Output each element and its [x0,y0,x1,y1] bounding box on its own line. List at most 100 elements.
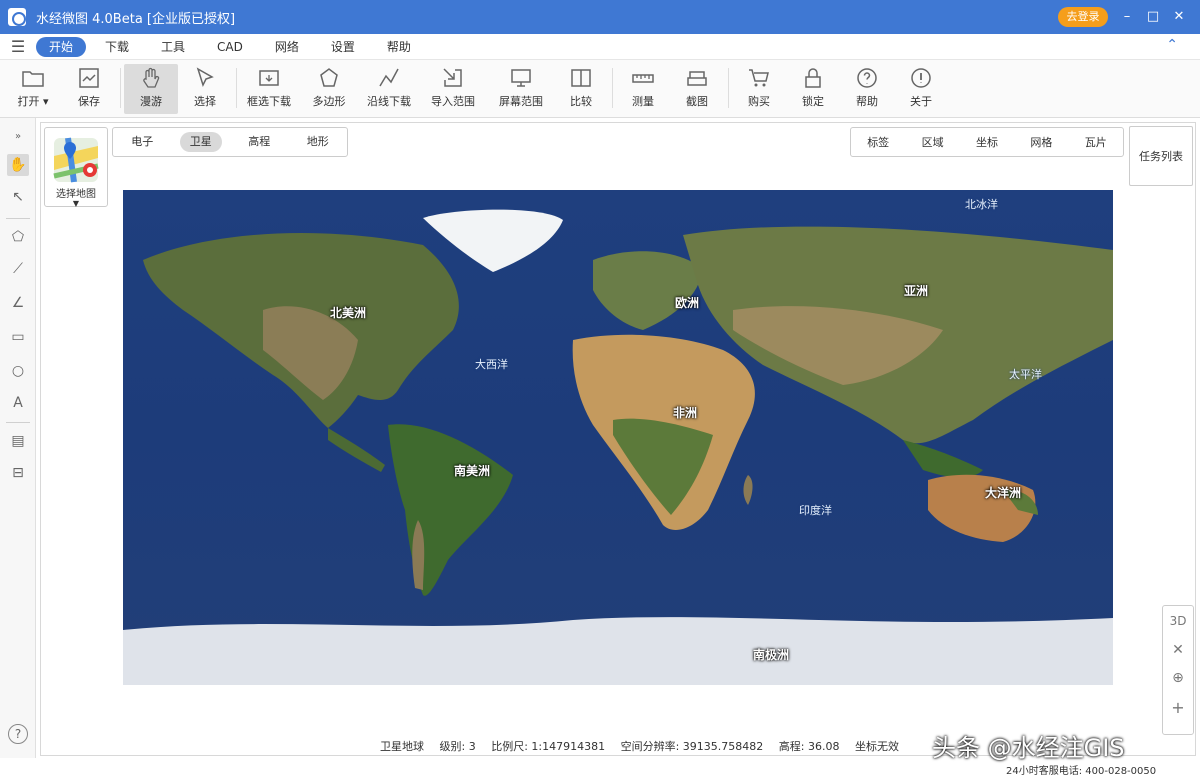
polyline-tool-icon[interactable]: ⟋ [7,258,29,280]
status-level: 级别: 3 [439,740,476,753]
menu-item-start[interactable]: 开始 [36,36,87,57]
menu-item-download[interactable]: 下载 [92,37,142,57]
folder-icon [22,71,44,87]
angle-tool-icon[interactable]: ∠ [7,292,29,314]
option-grid[interactable]: 网格 [1030,134,1052,150]
line-download-button[interactable]: 沿线下载 [362,64,416,114]
lock-button[interactable]: 锁定 [786,64,840,114]
lock-icon [805,68,821,88]
polygon-button[interactable]: 多边形 [302,64,356,114]
map-label-asia: 亚洲 [904,284,929,298]
left-toolbar: » ✋ ↖ ⬠ ⟋ ∠ ▭ ○ A ▤ ⊟ [0,118,36,758]
left-toolbar-divider [6,218,30,219]
cart-icon [749,69,769,87]
open-button[interactable]: 打开 ▾ [6,64,60,114]
box-select-icon [259,70,279,86]
text-tool-icon[interactable]: A [7,392,29,414]
ruler-icon [632,74,654,83]
polygon-label: 多边形 [312,95,346,108]
about-label: 关于 [910,95,932,108]
locate-icon[interactable]: ⊕ [1163,670,1193,686]
menu-item-help[interactable]: 帮助 [374,37,424,57]
option-regions[interactable]: 区域 [922,134,944,150]
import-range-button[interactable]: 导入范围 [426,64,480,114]
select-button[interactable]: 选择 [178,64,232,114]
purchase-button[interactable]: 购买 [732,64,786,114]
map-source-icon [53,137,99,183]
screenshot-icon [687,71,707,86]
measure-button[interactable]: 测量 [616,64,670,114]
toolbar-divider [236,68,237,108]
import-range-label: 导入范围 [431,95,475,108]
info-icon [911,68,931,88]
lock-label: 锁定 [802,95,824,108]
compare-label: 比较 [570,95,592,108]
map-source-selector[interactable]: 选择地图 ▼ [44,127,108,208]
menu-item-network[interactable]: 网络 [262,37,312,57]
dropdown-arrow-icon: ▼ [72,199,80,208]
help-label: 帮助 [856,95,878,108]
pointer-icon [196,67,214,87]
map-type-tabs: 电子 卫星 高程 地形 [112,127,348,157]
tab-elevation[interactable]: 高程 [238,132,280,152]
polyline-icon [379,68,399,87]
screenshot-tool-icon[interactable]: ⊟ [7,462,29,484]
monitor-icon [511,69,531,87]
login-button[interactable]: 去登录 [1058,7,1108,27]
world-map-image [123,190,1113,685]
measure-tool-icon[interactable]: ▤ [7,430,29,452]
compare-button[interactable]: 比较 [554,64,608,114]
circle-tool-icon[interactable]: ○ [7,360,29,382]
satellite-map[interactable]: 北冰洋 北美洲 欧洲 亚洲 大西洋 太平洋 非洲 南美洲 印度洋 大洋洲 南极洲 [123,190,1113,685]
option-coordinates[interactable]: 坐标 [976,134,998,150]
select-label: 选择 [194,95,216,108]
tab-electronic[interactable]: 电子 [121,132,163,152]
screen-range-button[interactable]: 屏幕范围 [494,64,548,114]
map-label-indian-ocean: 印度洋 [799,504,832,517]
option-tiles[interactable]: 瓦片 [1085,134,1107,150]
help-button[interactable]: 帮助 [840,64,894,114]
collapse-ribbon-icon[interactable]: ⌃ [1166,37,1178,53]
status-globe: 卫星地球 [380,740,424,753]
menu-item-tools[interactable]: 工具 [148,37,198,57]
map-source-label: 选择地图 [56,189,96,200]
app-logo-icon [8,8,26,26]
menu-toggle-icon[interactable]: ☰ [0,37,36,56]
status-resolution: 空间分辨率: 39135.758482 [620,740,764,753]
polygon-tool-icon[interactable]: ⬠ [7,226,29,248]
pan-button[interactable]: 漫游 [124,64,178,114]
rectangle-tool-icon[interactable]: ▭ [7,326,29,348]
purchase-label: 购买 [748,95,770,108]
view-control-panel: 3D ✕ ⊕ + [1162,605,1194,735]
menu-item-cad[interactable]: CAD [204,37,256,57]
task-list-button[interactable]: 任务列表 [1129,126,1193,186]
minimize-button[interactable]: – [1116,6,1138,28]
watermark-text: 头条 @水经注GIS [932,734,1125,762]
maximize-button[interactable]: □ [1142,6,1164,28]
about-button[interactable]: 关于 [894,64,948,114]
option-labels[interactable]: 标签 [867,134,889,150]
save-button[interactable]: 保存 [62,64,116,114]
compare-icon [571,69,591,87]
close-button[interactable]: ✕ [1168,6,1190,28]
line-download-label: 沿线下载 [367,95,411,108]
tab-satellite[interactable]: 卫星 [179,132,222,152]
compass-icon[interactable]: ✕ [1163,642,1193,658]
map-label-oceania: 大洋洲 [985,486,1022,500]
box-download-button[interactable]: 框选下载 [242,64,296,114]
zoom-in-button[interactable]: + [1163,698,1193,717]
select-tool-icon[interactable]: ↖ [7,186,29,208]
screenshot-label: 截图 [686,95,708,108]
open-label: 打开 ▾ [17,95,49,108]
menu-bar: ☰ 开始 下载 工具 CAD 网络 设置 帮助 ⌃ [0,34,1200,60]
3d-toggle-button[interactable]: 3D [1163,614,1193,628]
help-circle-icon[interactable]: ? [8,724,28,744]
save-label: 保存 [78,95,100,108]
status-coordinate: 坐标无效 [855,740,899,753]
menu-item-settings[interactable]: 设置 [318,37,368,57]
expand-panel-icon[interactable]: » [7,126,29,148]
screenshot-button[interactable]: 截图 [670,64,724,114]
tab-terrain[interactable]: 地形 [297,132,339,152]
status-elevation: 高程: 36.08 [778,740,840,753]
pan-tool-icon[interactable]: ✋ [7,154,29,176]
